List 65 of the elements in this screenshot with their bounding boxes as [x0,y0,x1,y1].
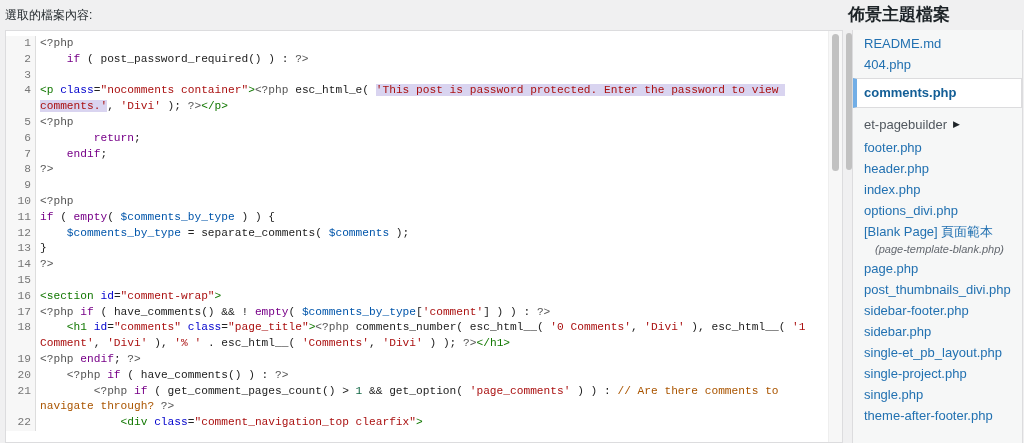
code-line: <div class="comment_navigation_top clearfix"> [119,415,424,431]
file-item[interactable]: [Blank Page] 頁面範本 (page-template-blank.php) [853,221,1022,258]
file-item[interactable]: post_thumbnails_divi.php [853,279,1022,300]
line-number: 13 [16,241,31,257]
line-number: 2 [23,51,31,67]
file-item[interactable]: single-project.php [853,363,1022,384]
code-line: <?php [40,193,75,209]
code-line: ?> [40,162,55,178]
line-number: 4 [23,83,31,99]
line-number: 11 [16,209,31,225]
line-number: 16 [16,288,31,304]
code-line: ?> [40,257,55,273]
file-item[interactable]: 404.php [853,54,1022,75]
code-line: <?php if ( get_comment_pages_count() > 1 && get_option( 'page_comments' ) ) : // Are there comments to navigate through? ?> [40,383,780,415]
code-line: endif; [65,146,109,162]
code-line: <?php endif; ?> [40,351,142,367]
file-item[interactable]: index.php [853,179,1022,200]
code-line: <h1 id="comments" class="page_title"><?php comments_number( esc_html__( '0 Comments', 'Divi' ), esc_html__( '1 Comment', 'Divi' ), '% ' . esc_html__( 'Comments', 'Divi' ) ); ?></h1> [40,320,807,352]
code-line: <?php [40,36,75,51]
template-filename: (page-template-blank.php) [874,242,1006,257]
line-number: 10 [16,193,31,209]
line-number: 1 [23,36,31,51]
file-item[interactable]: single-et_pb_layout.php [853,342,1022,363]
line-number: 15 [16,272,31,288]
expand-arrow[interactable]: ▶ [953,118,961,132]
file-item[interactable]: footer.php [853,137,1022,158]
code-line: } [40,241,48,257]
file-item[interactable]: theme-after-footer.php [853,405,1022,426]
file-item[interactable]: page.php [853,258,1022,279]
scrollbar-thumb[interactable] [832,34,839,171]
editor-label: 選取的檔案內容: [5,7,93,24]
line-number: 19 [16,351,31,367]
line-number: 7 [23,146,31,162]
line-number: 9 [23,178,31,194]
line-number: 3 [23,67,31,83]
file-item[interactable]: header.php [853,158,1022,179]
line-number: 12 [16,225,31,241]
code-line: return; [92,130,142,146]
line-number: 17 [16,304,31,320]
file-item[interactable]: sidebar.php [853,321,1022,342]
code-line: if ( post_password_required() ) : ?> [65,51,310,67]
line-number: 6 [23,130,31,146]
code-line: <section id="comment-wrap"> [40,288,223,304]
file-item[interactable]: sidebar-footer.php [853,300,1022,321]
file-item[interactable]: single.php [853,384,1022,405]
folder-item[interactable]: et-pagebuilder [864,115,948,135]
file-item[interactable]: README.md [853,33,1022,54]
line-number: 21 [16,383,31,399]
selected-file-item[interactable]: comments.php [853,78,1022,108]
line-number: 14 [16,257,31,273]
line-number: 20 [16,367,31,383]
sidebar-title: 佈景主題檔案 [848,4,950,27]
line-number: 22 [16,415,31,431]
code-line: $comments_by_type = separate_comments( $comments ); [65,225,411,241]
code-editor[interactable] [5,30,843,443]
file-link[interactable]: [Blank Page] 頁面範本 [864,222,1022,242]
line-number: 8 [23,162,31,178]
line-number: 18 [16,320,31,336]
line-number: 5 [23,115,31,130]
code-line: <?php if ( have_comments() && ! empty( $comments_by_type['comment'] ) ) : ?> [40,304,552,320]
code-line: <?php if ( have_comments() ) : ?> [65,367,290,383]
scrollbar-thumb[interactable] [846,33,852,170]
file-item[interactable]: options_divi.php [853,200,1022,221]
code-line: <?php [40,115,75,130]
code-line: if ( empty( $comments_by_type ) ) { [40,209,277,225]
